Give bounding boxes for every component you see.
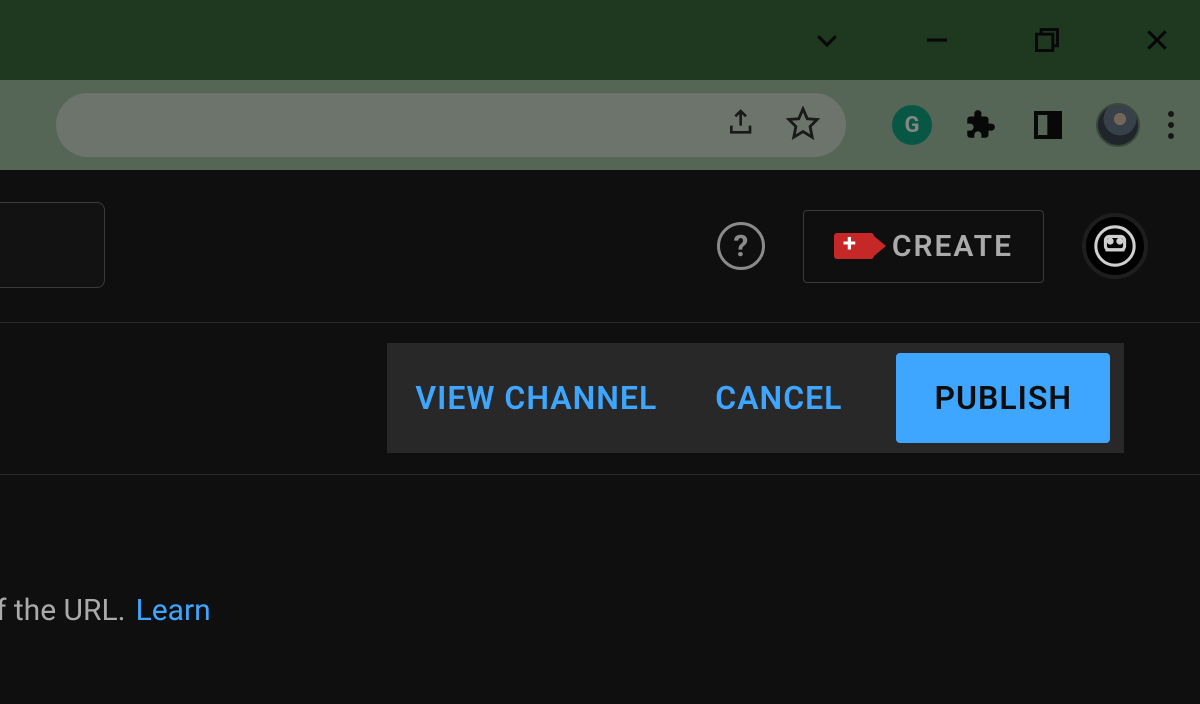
- window-titlebar: [0, 0, 1200, 80]
- profile-avatar-icon[interactable]: [1096, 103, 1140, 147]
- grammarly-icon[interactable]: G: [892, 105, 932, 145]
- url-help-text: f the URL. Learn: [0, 593, 211, 628]
- puzzle-icon[interactable]: [960, 105, 1000, 145]
- kebab-menu-icon[interactable]: [1168, 111, 1174, 139]
- minimize-icon[interactable]: [922, 25, 952, 55]
- chevron-down-icon[interactable]: [812, 25, 842, 55]
- publish-button[interactable]: PUBLISH: [896, 353, 1110, 443]
- maximize-icon[interactable]: [1032, 25, 1062, 55]
- panel-icon[interactable]: [1028, 105, 1068, 145]
- cancel-button[interactable]: CANCEL: [711, 365, 846, 431]
- video-camera-icon: [834, 233, 874, 259]
- app-header: ? CREATE: [0, 170, 1200, 323]
- url-fragment-text: f the URL.: [0, 593, 126, 628]
- grammarly-glyph: G: [905, 113, 920, 138]
- help-glyph: ?: [733, 229, 748, 264]
- search-input[interactable]: [0, 202, 105, 288]
- close-icon[interactable]: [1142, 25, 1172, 55]
- help-icon[interactable]: ?: [717, 222, 765, 270]
- learn-more-link[interactable]: Learn: [136, 593, 211, 628]
- create-button[interactable]: CREATE: [803, 210, 1044, 283]
- view-channel-button[interactable]: VIEW CHANNEL: [411, 365, 661, 431]
- channel-avatar-icon[interactable]: [1082, 213, 1148, 279]
- action-bar-row: VIEW CHANNEL CANCEL PUBLISH: [0, 323, 1200, 475]
- content-area: f the URL. Learn: [0, 475, 1200, 704]
- share-icon[interactable]: [726, 107, 758, 143]
- omnibox[interactable]: [56, 93, 846, 157]
- browser-toolbar: G: [0, 80, 1200, 170]
- star-icon[interactable]: [786, 106, 820, 144]
- action-bar: VIEW CHANNEL CANCEL PUBLISH: [387, 343, 1124, 453]
- modal-dim-overlay: [0, 0, 1200, 80]
- create-button-label: CREATE: [892, 229, 1013, 264]
